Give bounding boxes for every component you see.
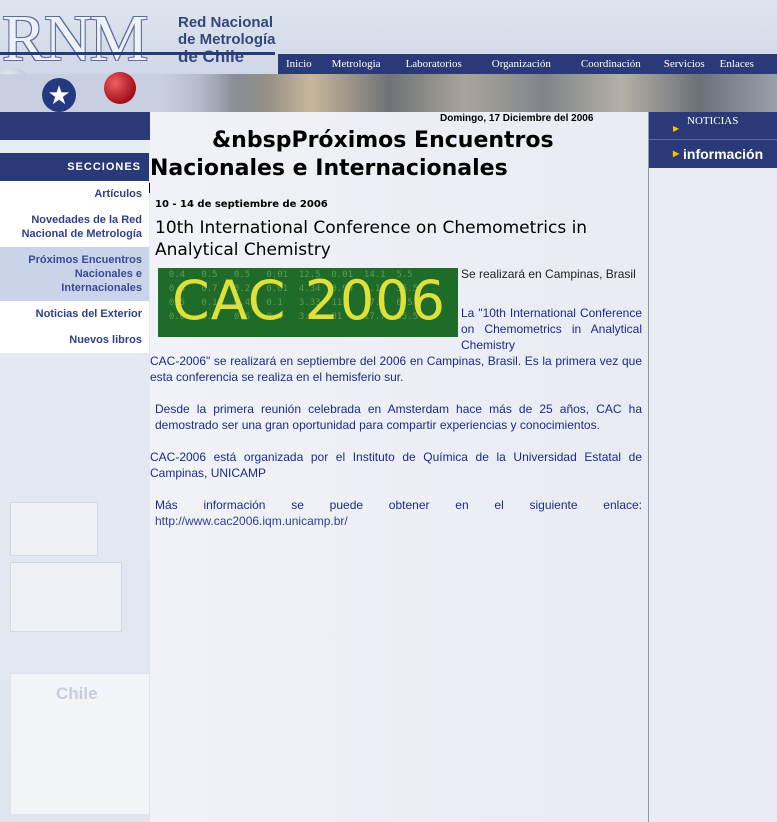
arrow-right-icon: ▶: [673, 149, 680, 158]
chile-map-label: Chile: [56, 684, 98, 703]
text-cursor: [149, 183, 150, 193]
event-paragraph-1b: CAC-2006" se realizará en septiembre del…: [150, 354, 642, 384]
right-sidebar: [648, 112, 777, 822]
event-link[interactable]: http://www.cac2006.iqm.unicamp.br/: [155, 514, 348, 528]
event-link-wrapper: http://www.cac2006.iqm.unicamp.br/: [155, 513, 642, 529]
event-paragraph-3: CAC-2006 está organizada por el Institut…: [150, 450, 642, 480]
site-header: RNM Red Nacional de Metrología de Chile …: [0, 0, 777, 112]
nav-inicio[interactable]: Inicio: [286, 58, 312, 70]
informacion-label: información: [683, 146, 764, 162]
cac2006-logo-text: CAC 2006: [172, 269, 446, 332]
informacion-button[interactable]: ▶ información: [649, 140, 777, 168]
sections-heading: SECCIONES: [0, 153, 149, 181]
logo-line-3: de Chile: [178, 47, 245, 66]
menu-item-novedades[interactable]: Novedades de la Red Nacional de Metrolog…: [0, 207, 149, 247]
menu-item-noticias-exterior[interactable]: Noticias del Exterior: [0, 301, 149, 327]
nav-organizacion[interactable]: Organización: [492, 58, 551, 70]
page-title: &nbspPróximos Encuentros Nacionales e In…: [150, 127, 648, 183]
noticias-button[interactable]: ▶ NOTICIAS: [649, 112, 777, 140]
decorative-red-sphere: [104, 72, 136, 104]
noticias-label: NOTICIAS: [687, 115, 739, 127]
event-paragraph-1a: La "10th International Conference on Che…: [461, 306, 642, 352]
chile-star-icon: ★: [42, 78, 76, 112]
left-top-band: [0, 112, 150, 140]
nav-servicios[interactable]: Servicios: [664, 58, 705, 70]
nav-laboratorios[interactable]: Laboratorios: [406, 58, 462, 70]
event-paragraph-2: Desde la primera reunión celebrada en Am…: [155, 402, 642, 432]
map-inset-1: [10, 502, 98, 556]
map-inset-2: [10, 562, 122, 632]
event-location: Se realizará en Campinas, Brasil: [461, 267, 636, 281]
nav-coordinacion[interactable]: Coordinación: [581, 58, 641, 70]
menu-item-nuevos-libros[interactable]: Nuevos libros: [0, 327, 149, 353]
main-nav: Inicio Metrologia Laboratorios Organizac…: [278, 54, 777, 74]
page-title-line-2: Nacionales e Internacionales: [150, 156, 508, 181]
nav-metrologia[interactable]: Metrologia: [332, 58, 381, 70]
event-date: 10 - 14 de septiembre de 2006: [155, 199, 328, 210]
menu-item-proximos-encuentros[interactable]: Próximos Encuentros Nacionales e Interna…: [0, 247, 149, 301]
logo-abbrev[interactable]: RNM: [2, 6, 148, 72]
logo-underline: [0, 52, 275, 55]
arrow-right-icon: ▶: [673, 124, 680, 133]
sections-menu: Artículos Novedades de la Red Nacional d…: [0, 181, 149, 353]
cac2006-logo-image: 0.4 0.5 0.5 0.01 12.5 0.01 14.1 5.5 0.6 …: [158, 268, 458, 337]
current-date: Domingo, 17 Diciembre del 2006: [440, 113, 594, 124]
logo-line-2: de Metrología: [178, 31, 276, 48]
event-paragraph-4: Más información se puede obtener en el s…: [155, 498, 642, 512]
nav-enlaces[interactable]: Enlaces: [720, 58, 754, 70]
event-title: 10th International Conference on Chemome…: [155, 218, 588, 260]
logo-line-1: Red Nacional: [178, 14, 274, 31]
logo-text[interactable]: Red Nacional de Metrología de Chile: [178, 14, 276, 65]
menu-item-articulos[interactable]: Artículos: [0, 181, 149, 207]
page-title-line-1: &nbspPróximos Encuentros: [212, 128, 554, 153]
